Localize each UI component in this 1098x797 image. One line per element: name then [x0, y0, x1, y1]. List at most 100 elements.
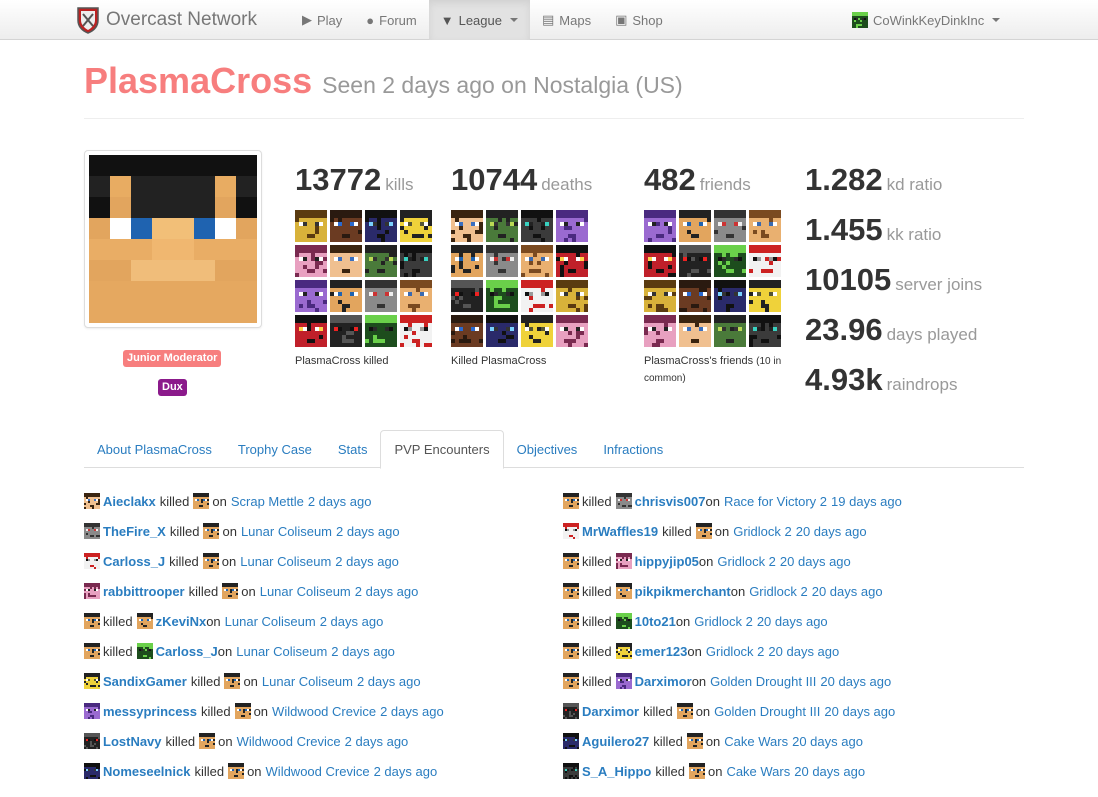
user-menu[interactable]: CoWinkKeyDinkInc — [852, 0, 1001, 40]
player-head-icon[interactable] — [556, 210, 588, 242]
player-link[interactable]: Carloss_J — [156, 644, 218, 659]
time-link[interactable]: 2 days ago — [380, 704, 444, 719]
player-head-icon[interactable] — [400, 315, 432, 347]
player-head-icon[interactable] — [330, 210, 362, 242]
tab-about[interactable]: About PlasmaCross — [84, 430, 225, 468]
map-link[interactable]: Lunar Coliseum — [225, 614, 316, 629]
player-link[interactable]: emer123 — [635, 644, 688, 659]
tab-pvp-encounters[interactable]: PVP Encounters — [380, 430, 504, 469]
map-link[interactable]: Wildwood Crevice — [272, 704, 376, 719]
player-head-icon[interactable] — [521, 315, 553, 347]
player-head-icon[interactable] — [644, 280, 676, 312]
player-link[interactable]: rabbittrooper — [103, 584, 185, 599]
time-link[interactable]: 20 days ago — [792, 734, 863, 749]
time-link[interactable]: 2 days ago — [357, 674, 421, 689]
player-link[interactable]: hippyjip05 — [635, 554, 699, 569]
player-head-icon[interactable] — [486, 280, 518, 312]
time-link[interactable]: 20 days ago — [796, 524, 867, 539]
player-head-icon[interactable] — [556, 315, 588, 347]
map-link[interactable]: Lunar Coliseum — [236, 644, 327, 659]
time-link[interactable]: 2 days ago — [331, 644, 395, 659]
player-head-icon[interactable] — [365, 210, 397, 242]
nav-shop[interactable]: ▣ Shop — [603, 0, 675, 40]
player-head-icon[interactable] — [451, 245, 483, 277]
player-link[interactable]: Carloss_J — [103, 554, 165, 569]
map-link[interactable]: Gridlock 2 — [749, 584, 808, 599]
tab-objectives[interactable]: Objectives — [504, 430, 591, 468]
time-link[interactable]: 20 days ago — [812, 584, 883, 599]
player-link[interactable]: chrisvis007 — [635, 494, 706, 509]
player-head-icon[interactable] — [521, 210, 553, 242]
player-head-icon[interactable] — [451, 315, 483, 347]
player-head-icon[interactable] — [714, 210, 746, 242]
player-link[interactable]: S_A_Hippo — [582, 764, 651, 779]
time-link[interactable]: 2 days ago — [355, 584, 419, 599]
map-link[interactable]: Scrap Mettle — [231, 494, 304, 509]
map-link[interactable]: Lunar Coliseum — [262, 674, 353, 689]
player-link[interactable]: Nomeseelnick — [103, 764, 190, 779]
player-link[interactable]: MrWaffles19 — [582, 524, 658, 539]
map-link[interactable]: Lunar Coliseum — [241, 524, 332, 539]
map-link[interactable]: Gridlock 2 — [717, 554, 776, 569]
player-link[interactable]: SandixGamer — [103, 674, 187, 689]
map-link[interactable]: Gridlock 2 — [706, 644, 765, 659]
player-head-icon[interactable] — [644, 315, 676, 347]
time-link[interactable]: 2 days ago — [345, 734, 409, 749]
player-head-icon[interactable] — [451, 280, 483, 312]
tab-stats[interactable]: Stats — [325, 430, 381, 468]
player-link[interactable]: LostNavy — [103, 734, 162, 749]
player-head-icon[interactable] — [749, 315, 781, 347]
player-link[interactable]: Aieclakx — [103, 494, 156, 509]
player-head-icon[interactable] — [365, 280, 397, 312]
map-link[interactable]: Gridlock 2 — [733, 524, 792, 539]
player-head-icon[interactable] — [330, 315, 362, 347]
map-link[interactable]: Cake Wars — [726, 764, 790, 779]
player-link[interactable]: Darximor — [582, 704, 639, 719]
time-link[interactable]: 20 days ago — [824, 704, 895, 719]
map-link[interactable]: Lunar Coliseum — [260, 584, 351, 599]
player-head-icon[interactable] — [400, 210, 432, 242]
brand-link[interactable]: Overcast Network — [76, 6, 257, 34]
nav-maps[interactable]: ▤ Maps — [530, 0, 603, 40]
player-head-icon[interactable] — [365, 245, 397, 277]
player-head-icon[interactable] — [486, 245, 518, 277]
player-head-icon[interactable] — [521, 245, 553, 277]
player-head-icon[interactable] — [365, 315, 397, 347]
player-head-icon[interactable] — [679, 210, 711, 242]
player-head-icon[interactable] — [714, 280, 746, 312]
player-head-icon[interactable] — [749, 210, 781, 242]
time-link[interactable]: 20 days ago — [768, 644, 839, 659]
player-link[interactable]: zKeviNx — [156, 614, 207, 629]
player-link[interactable]: messyprincess — [103, 704, 197, 719]
time-link[interactable]: 2 days ago — [374, 764, 438, 779]
time-link[interactable]: 20 days ago — [794, 764, 865, 779]
player-head-icon[interactable] — [714, 315, 746, 347]
map-link[interactable]: Lunar Coliseum — [240, 554, 331, 569]
player-link[interactable]: Darximor — [635, 674, 692, 689]
time-link[interactable]: 2 days ago — [335, 554, 399, 569]
map-link[interactable]: Cake Wars — [724, 734, 788, 749]
map-link[interactable]: Gridlock 2 — [694, 614, 753, 629]
player-head-icon[interactable] — [330, 280, 362, 312]
player-head-icon[interactable] — [295, 210, 327, 242]
time-link[interactable]: 2 days ago — [308, 494, 372, 509]
map-link[interactable]: Race for Victory 2 — [724, 494, 827, 509]
player-link[interactable]: pikpikmerchant — [635, 584, 731, 599]
player-link[interactable]: Aguilero27 — [582, 734, 649, 749]
player-head-icon[interactable] — [400, 280, 432, 312]
player-head-icon[interactable] — [486, 210, 518, 242]
map-link[interactable]: Golden Drought III — [710, 674, 816, 689]
tab-trophy-case[interactable]: Trophy Case — [225, 430, 325, 468]
map-link[interactable]: Wildwood Crevice — [266, 764, 370, 779]
player-head-icon[interactable] — [644, 210, 676, 242]
nav-forum[interactable]: ● Forum — [354, 0, 428, 40]
time-link[interactable]: 2 days ago — [336, 524, 400, 539]
time-link[interactable]: 20 days ago — [820, 674, 891, 689]
player-head-icon[interactable] — [679, 315, 711, 347]
player-head-icon[interactable] — [330, 245, 362, 277]
player-head-icon[interactable] — [451, 210, 483, 242]
player-head-icon[interactable] — [556, 245, 588, 277]
player-head-icon[interactable] — [749, 245, 781, 277]
player-head-icon[interactable] — [556, 280, 588, 312]
player-link[interactable]: TheFire_X — [103, 524, 166, 539]
